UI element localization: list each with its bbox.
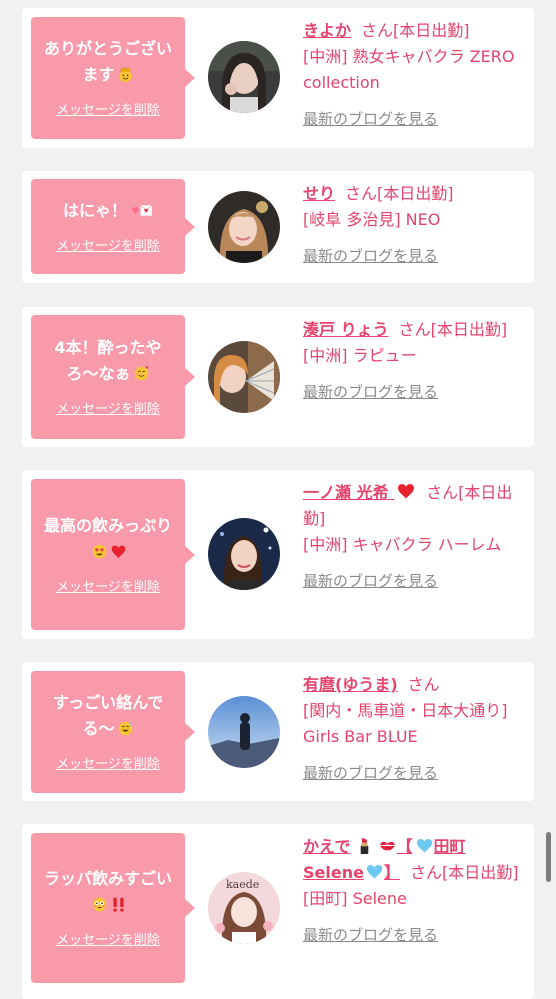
scrollbar[interactable]: [546, 832, 551, 882]
honorific: さん: [409, 863, 442, 882]
list-item: はにゃ！ メッセージを削除 せり さん[本日出勤] [岐阜 多治見] NEO 最新…: [22, 171, 534, 283]
honorific: さん: [361, 21, 394, 40]
cast-name-link[interactable]: 有麿(ゆうま): [303, 675, 398, 694]
work-status: [本日出勤]: [441, 863, 519, 882]
avatar[interactable]: [208, 41, 280, 113]
shop-name: [中洲] キャバクラ ハーレム: [303, 535, 502, 554]
cast-info: 有麿(ゆうま) さん [関内・馬車道・日本大通り] Girls Bar BLUE …: [303, 672, 527, 786]
honorific: さん: [398, 320, 431, 339]
honorific: さん: [426, 483, 459, 502]
message-text: ラッパ飲みすごい: [43, 869, 172, 888]
message-bubble: 4本！酔ったやろ〜なぁ メッセージを削除: [31, 315, 195, 439]
list-item: すっごい絡んでる〜 メッセージを削除 有麿(ゆうま) さん [関内・馬車道・日本大…: [22, 662, 534, 801]
latest-blog-link[interactable]: 最新のブログを見る: [303, 243, 527, 269]
cast-name-link[interactable]: きよか: [303, 21, 351, 40]
light-blue-heart-icon: [416, 838, 432, 854]
delete-message-link[interactable]: メッセージを削除: [56, 401, 160, 419]
latest-blog-link[interactable]: 最新のブログを見る: [303, 106, 527, 132]
smiling-hearts-icon: [134, 366, 148, 381]
heart-letter-icon: [132, 204, 153, 216]
shop-name: [岐阜 多治見] NEO: [303, 210, 441, 229]
red-heart-icon: [111, 545, 126, 558]
avatar[interactable]: [208, 696, 280, 768]
message-text: 最高の飲みっぷり: [43, 515, 172, 535]
shop-name: [田町] Selene: [303, 889, 407, 908]
list-item: 4本！酔ったやろ〜なぁ メッセージを削除 湊戸 りょう さん[本日出勤] [中洲]…: [22, 307, 534, 447]
work-status: [本日出勤]: [430, 320, 508, 339]
red-heart-icon: [398, 484, 415, 499]
svg-text:kaede: kaede: [226, 878, 259, 891]
latest-blog-link[interactable]: 最新のブログを見る: [303, 922, 527, 948]
message-text: ありがとうございます: [43, 39, 172, 84]
cast-name-link[interactable]: せり: [303, 184, 335, 203]
cast-info: 湊戸 りょう さん[本日出勤] [中洲] ラピュー 最新のブログを見る: [303, 317, 527, 405]
cast-info: 一ノ瀬 光希 さん[本日出勤] [中洲] キャバクラ ハーレム 最新のブログを見…: [303, 480, 527, 594]
double-exclamation-icon: [113, 897, 124, 912]
cast-info: きよか さん[本日出勤] [中洲] 熟女キャバクラ ZERO collection…: [303, 18, 527, 132]
honorific: さん: [345, 184, 378, 203]
sweat-smile-icon: [118, 721, 132, 736]
work-status: [本日出勤]: [377, 184, 454, 203]
shop-name: [中洲] ラピュー: [303, 346, 417, 365]
delete-message-link[interactable]: メッセージを削除: [56, 102, 160, 120]
list-item: ラッパ飲みすごい メッセージを削除 kaede かえで【田町 Selene】さん…: [22, 824, 534, 999]
delete-message-link[interactable]: メッセージを削除: [56, 238, 160, 256]
message-bubble: すっごい絡んでる〜 メッセージを削除: [31, 671, 195, 793]
crown-face-icon: [119, 66, 131, 83]
heart-eyes-icon: [92, 544, 107, 558]
message-bubble: ありがとうございます メッセージを削除: [31, 17, 195, 139]
shop-name: [関内・馬車道・日本大通り] Girls Bar BLUE: [303, 701, 508, 746]
avatar[interactable]: kaede: [208, 872, 280, 944]
message-text: はにゃ！: [62, 200, 127, 220]
list-item: ありがとうございます メッセージを削除 きよか さん[本日出勤] [中洲] 熟女キ…: [22, 8, 534, 148]
latest-blog-link[interactable]: 最新のブログを見る: [303, 568, 527, 594]
kiss-mark-icon: [379, 841, 395, 851]
light-blue-heart-icon: [366, 864, 383, 880]
cast-info: かえで【田町 Selene】さん[本日出勤] [田町] Selene 最新のブロ…: [303, 834, 527, 948]
delete-message-link[interactable]: メッセージを削除: [56, 932, 160, 950]
delete-message-link[interactable]: メッセージを削除: [56, 756, 160, 774]
list-item: 最高の飲みっぷり メッセージを削除 一ノ瀬 光希 さん[本日出勤] [中洲] キ…: [22, 470, 534, 639]
lipstick-icon: [360, 837, 368, 855]
latest-blog-link[interactable]: 最新のブログを見る: [303, 379, 527, 405]
shop-name: [中洲] 熟女キャバクラ ZERO collection: [303, 47, 515, 92]
message-list: ありがとうございます メッセージを削除 きよか さん[本日出勤] [中洲] 熟女キ…: [0, 0, 556, 999]
cast-name-link[interactable]: 湊戸 りょう: [303, 320, 389, 339]
avatar[interactable]: [208, 341, 280, 413]
avatar[interactable]: [208, 518, 280, 590]
cast-info: せり さん[本日出勤] [岐阜 多治見] NEO 最新のブログを見る: [303, 181, 527, 269]
honorific: さん: [407, 675, 440, 694]
work-status: [本日出勤]: [393, 21, 470, 40]
avatar[interactable]: [208, 191, 280, 263]
message-bubble: 最高の飲みっぷり メッセージを削除: [31, 479, 195, 630]
delete-message-link[interactable]: メッセージを削除: [56, 579, 160, 597]
message-bubble: ラッパ飲みすごい メッセージを削除: [31, 833, 195, 983]
latest-blog-link[interactable]: 最新のブログを見る: [303, 760, 527, 786]
message-bubble: はにゃ！ メッセージを削除: [31, 179, 195, 274]
flushed-face-icon: [92, 897, 107, 912]
cast-name-link[interactable]: 一ノ瀬 光希: [303, 483, 416, 502]
message-text: すっごい絡んでる〜: [52, 693, 164, 738]
